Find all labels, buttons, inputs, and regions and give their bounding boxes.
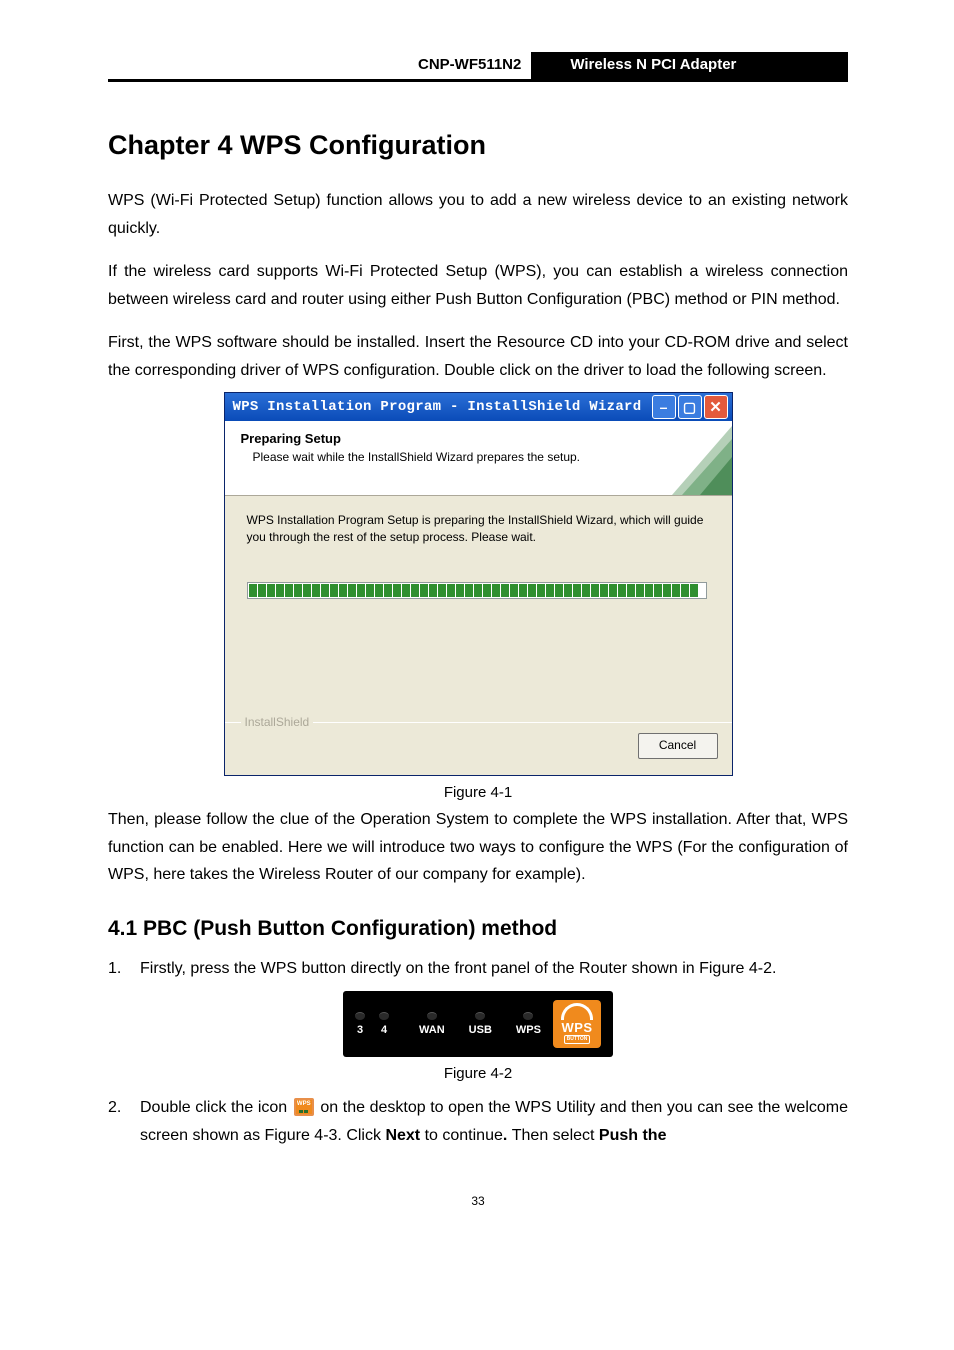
- led-usb-label: USB: [469, 1024, 492, 1036]
- header-model: CNP-WF511N2: [408, 52, 531, 79]
- list-number: 1.: [108, 955, 140, 983]
- dialog-titlebar: WPS Installation Program - InstallShield…: [225, 393, 732, 421]
- chapter-title: Chapter 4 WPS Configuration: [108, 130, 848, 161]
- figure-4-1-wrap: WPS Installation Program - InstallShield…: [108, 392, 848, 801]
- dialog-header-title: Preparing Setup: [241, 431, 716, 446]
- dialog-body-text: WPS Installation Program Setup is prepar…: [247, 512, 710, 546]
- led-wan: WAN: [419, 1012, 445, 1036]
- body-paragraph-3: First, the WPS software should be instal…: [108, 329, 848, 384]
- push-the-bold-word: Push the: [599, 1127, 667, 1144]
- list-item-2-text: Double click the icon on the desktop to …: [140, 1094, 848, 1150]
- led-4: 4: [379, 1012, 389, 1036]
- list-number: 2.: [108, 1094, 140, 1150]
- dialog-title: WPS Installation Program - InstallShield…: [233, 399, 650, 415]
- list-item-2: 2. Double click the icon on the desktop …: [108, 1094, 848, 1150]
- list-item-2-bold-dot: .: [503, 1127, 512, 1144]
- header-product: Wireless N PCI Adapter: [534, 52, 848, 79]
- minimize-button[interactable]: –: [652, 395, 676, 419]
- led-3: 3: [355, 1012, 365, 1036]
- list-item-2-text-c: to continue: [425, 1127, 503, 1144]
- wps-arc-icon: [561, 1003, 593, 1020]
- body-paragraph-2: If the wireless card supports Wi-Fi Prot…: [108, 258, 848, 313]
- header-spacer: [108, 52, 408, 79]
- list-item-1-text: Firstly, press the WPS button directly o…: [140, 955, 848, 983]
- dialog-header-subtitle: Please wait while the InstallShield Wiza…: [253, 450, 716, 464]
- led-4-label: 4: [381, 1024, 387, 1036]
- installshield-label: InstallShield: [241, 715, 314, 729]
- page-header: CNP-WF511N2 Wireless N PCI Adapter: [108, 52, 848, 82]
- wps-button-subtext: BUTTON: [564, 1035, 591, 1044]
- list-item-1: 1. Firstly, press the WPS button directl…: [108, 955, 848, 983]
- wps-hardware-button: WPS BUTTON: [553, 1000, 601, 1048]
- wps-button-text: WPS: [561, 1021, 592, 1034]
- installshield-graphic: [652, 421, 732, 495]
- dialog-body: WPS Installation Program Setup is prepar…: [225, 496, 732, 722]
- led-usb: USB: [469, 1012, 492, 1036]
- wps-desktop-icon: [294, 1098, 314, 1116]
- body-paragraph-1: WPS (Wi-Fi Protected Setup) function all…: [108, 187, 848, 242]
- page-number: 33: [108, 1194, 848, 1208]
- led-wps-label: WPS: [516, 1024, 541, 1036]
- led-3-label: 3: [357, 1024, 363, 1036]
- led-wps: WPS: [516, 1012, 541, 1036]
- maximize-button[interactable]: ▢: [678, 395, 702, 419]
- figure-4-1-caption: Figure 4-1: [108, 784, 848, 801]
- body-paragraph-4: Then, please follow the clue of the Oper…: [108, 806, 848, 889]
- led-wan-label: WAN: [419, 1024, 445, 1036]
- dialog-header: Preparing Setup Please wait while the In…: [225, 421, 732, 496]
- list-item-2-text-a: Double click the icon: [140, 1099, 292, 1116]
- progress-bar: [247, 582, 707, 599]
- section-title-4-1: 4.1 PBC (Push Button Configuration) meth…: [108, 917, 848, 941]
- list-item-2-text-d: Then select: [512, 1127, 599, 1144]
- cancel-button[interactable]: Cancel: [638, 733, 718, 759]
- router-front-panel: 3 4 WAN USB WPS WPS BUTTON: [343, 991, 613, 1057]
- installshield-dialog: WPS Installation Program - InstallShield…: [224, 392, 733, 776]
- dialog-footer: InstallShield Cancel: [225, 722, 732, 775]
- figure-4-2-wrap: 3 4 WAN USB WPS WPS BUTTON: [108, 991, 848, 1082]
- next-bold-word: Next: [385, 1127, 420, 1144]
- close-button[interactable]: ✕: [704, 395, 728, 419]
- figure-4-2-caption: Figure 4-2: [108, 1065, 848, 1082]
